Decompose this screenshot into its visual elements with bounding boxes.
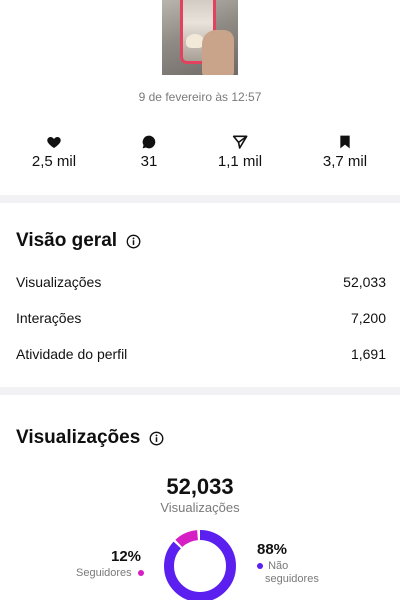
shares-stat: 1,1 mil <box>200 133 280 170</box>
metric-label: Atividade do perfil <box>16 346 128 362</box>
views-title-text: Visualizações <box>16 427 141 448</box>
info-icon[interactable] <box>149 431 164 446</box>
metric-row-interactions[interactable]: Interações 7,200 <box>16 308 386 328</box>
metric-value: 52,033 <box>343 274 386 290</box>
donut-non-followers-arc <box>164 530 236 600</box>
metric-value: 1,691 <box>350 346 386 362</box>
metric-value: 7,200 <box>350 310 386 326</box>
views-card: Visualizações 52,033 Visualizações 12% S… <box>0 395 400 600</box>
saves-stat: 3,7 mil <box>305 133 385 170</box>
views-total: 52,033 <box>166 474 234 499</box>
metric-row-views[interactable]: Visualizações 52,033 <box>16 272 386 292</box>
comment-bubble-icon <box>142 135 156 149</box>
bookmark-icon <box>340 135 350 149</box>
comments-count: 31 <box>140 153 158 170</box>
non-followers-dot <box>257 563 263 570</box>
thumbnail-hand-shape <box>202 30 234 75</box>
post-summary-card: 9 de fevereiro às 12:57 2,5 mil 31 1,1 m… <box>0 0 400 195</box>
non-followers-label-line1: Não <box>268 560 289 572</box>
comments-stat: 31 <box>109 133 189 170</box>
metric-label: Interações <box>16 310 82 326</box>
shares-count: 1,1 mil <box>217 153 263 170</box>
heart-icon <box>47 137 61 148</box>
send-icon <box>232 135 248 149</box>
post-thumbnail[interactable] <box>162 0 238 75</box>
engagement-stats: 2,5 mil 31 1,1 mil 3,7 mil <box>0 133 400 173</box>
views-title: Visualizações <box>16 427 164 449</box>
followers-dot <box>137 570 144 577</box>
likes-count: 2,5 mil <box>31 153 77 170</box>
followers-legend: Seguidores <box>76 567 144 580</box>
metric-row-profile-activity[interactable]: Atividade do perfil 1,691 <box>16 344 386 364</box>
followers-donut-chart <box>164 529 236 600</box>
non-followers-percent: 88% <box>257 541 288 558</box>
overview-title: Visão geral <box>16 230 141 252</box>
views-total-label: Visualizações <box>160 500 240 515</box>
non-followers-legend: Não seguidores <box>257 560 319 586</box>
followers-percent: 12% <box>111 548 142 565</box>
post-date: 9 de fevereiro às 12:57 <box>138 90 262 104</box>
metric-label: Visualizações <box>16 274 102 290</box>
followers-label: Seguidores <box>76 567 132 579</box>
info-icon[interactable] <box>126 234 141 249</box>
saves-count: 3,7 mil <box>322 153 368 170</box>
overview-title-text: Visão geral <box>16 230 118 251</box>
overview-card: Visão geral Visualizações 52,033 Interaç… <box>0 203 400 387</box>
likes-stat: 2,5 mil <box>14 133 94 170</box>
non-followers-label-line2: seguidores <box>265 573 319 585</box>
